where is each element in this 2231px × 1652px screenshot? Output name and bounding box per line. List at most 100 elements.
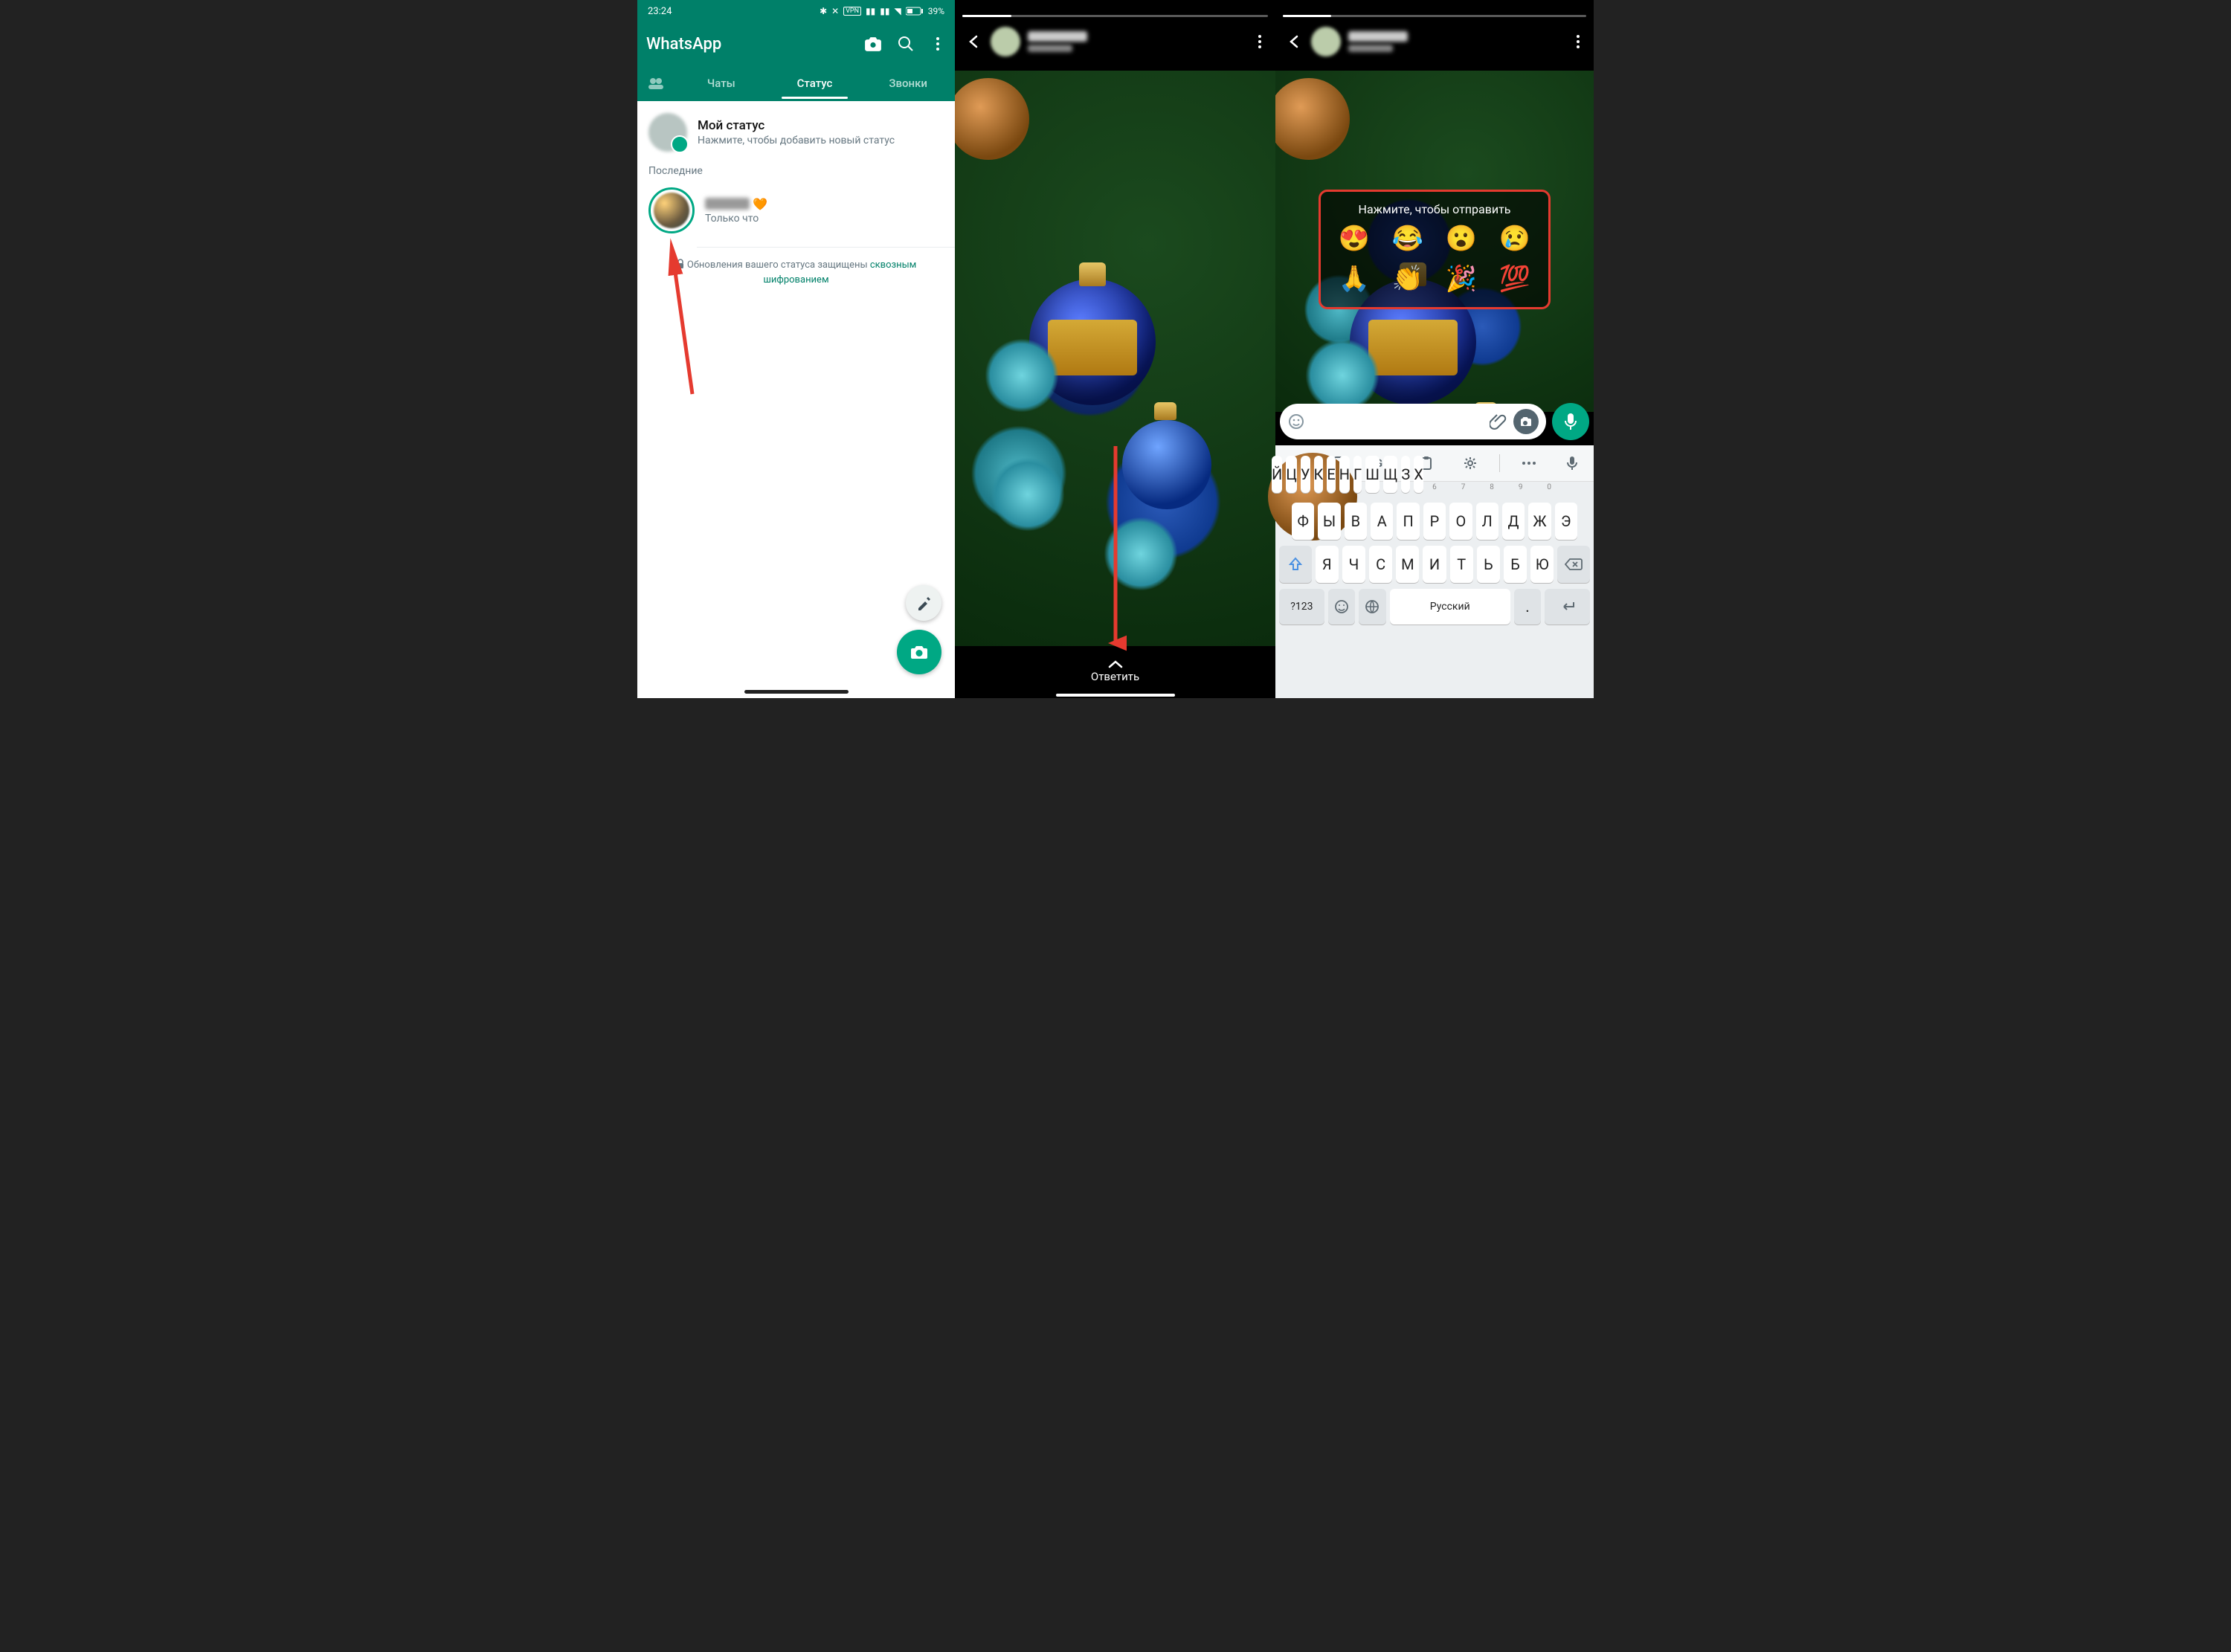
language-key[interactable] (1359, 589, 1385, 625)
key[interactable]: Я (1316, 546, 1339, 583)
contact-header[interactable] (1348, 31, 1408, 52)
contact-header[interactable] (1028, 31, 1087, 52)
arrow-left-icon (1287, 33, 1303, 50)
tab-calls[interactable]: Звонки (861, 77, 955, 90)
camera-icon (910, 642, 929, 662)
key[interactable]: Т (1450, 546, 1473, 583)
camera-icon[interactable] (1513, 409, 1539, 434)
more-icon[interactable] (930, 36, 946, 52)
key[interactable]: П (1397, 503, 1419, 540)
reply-bar[interactable]: Ответить (955, 649, 1275, 694)
attach-icon[interactable] (1490, 413, 1507, 430)
add-status-badge (671, 135, 689, 153)
more-icon[interactable] (1515, 449, 1543, 477)
reaction-emoji[interactable]: 🎉 (1441, 264, 1481, 294)
backspace-key[interactable] (1557, 546, 1590, 583)
communities-icon[interactable] (637, 76, 675, 91)
shift-key[interactable] (1279, 546, 1312, 583)
clock: 23:24 (648, 6, 672, 17)
story-progress (1283, 15, 1586, 17)
period-key[interactable]: . (1514, 589, 1541, 625)
key[interactable]: Ы (1318, 503, 1340, 540)
back-button[interactable] (962, 30, 986, 54)
vpn-badge: VPN (843, 7, 861, 16)
tabs-row: Чаты Статус Звонки (637, 65, 955, 101)
key[interactable]: З (1401, 456, 1410, 493)
key[interactable]: Ч (1342, 546, 1365, 583)
key[interactable]: С (1369, 546, 1392, 583)
message-input-bar (1280, 402, 1589, 441)
tab-chats[interactable]: Чаты (675, 77, 768, 90)
avatar[interactable] (1311, 27, 1341, 57)
search-icon[interactable] (897, 35, 915, 53)
vibrate-icon: ✕ (831, 6, 839, 16)
reaction-emoji[interactable]: 💯 (1495, 264, 1535, 294)
emoji-icon[interactable] (1287, 413, 1305, 430)
battery-percent: 39% (928, 6, 944, 16)
keyboard: GIF 1234567890 Й Ц У К Е Н Г Ш Щ З Х Ф Ы… (1275, 445, 1594, 698)
key[interactable]: Н (1339, 456, 1350, 493)
my-status-row[interactable]: Мой статус Нажмите, чтобы добавить новый… (637, 101, 955, 159)
enter-key[interactable] (1545, 589, 1590, 625)
key[interactable]: Л (1476, 503, 1498, 540)
annotation-arrow (677, 253, 707, 401)
camera-icon[interactable] (864, 35, 882, 53)
key[interactable]: И (1423, 546, 1446, 583)
annotation-arrow (1104, 446, 1127, 654)
settings-icon[interactable] (1456, 449, 1484, 477)
key[interactable]: Е (1327, 456, 1335, 493)
section-header: Последние (637, 159, 955, 180)
edit-status-fab[interactable] (906, 585, 941, 621)
more-icon[interactable] (1570, 33, 1586, 50)
back-button[interactable] (1283, 30, 1307, 54)
key[interactable]: Х (1414, 456, 1423, 493)
bluetooth-icon: ✱ (820, 6, 827, 16)
avatar[interactable] (991, 27, 1020, 57)
key[interactable]: У (1301, 456, 1310, 493)
key[interactable]: Ц (1286, 456, 1297, 493)
reaction-emoji[interactable]: 😂 (1388, 224, 1428, 254)
key[interactable]: Э (1555, 503, 1577, 540)
key[interactable]: Й (1272, 456, 1282, 493)
key[interactable]: Ю (1530, 546, 1554, 583)
key[interactable]: В (1345, 503, 1367, 540)
reaction-emoji[interactable]: 👏 (1388, 264, 1428, 294)
key[interactable]: М (1396, 546, 1419, 583)
reaction-emoji[interactable]: 😢 (1495, 224, 1535, 254)
emoji-key[interactable] (1328, 589, 1355, 625)
key[interactable]: Ш (1365, 456, 1380, 493)
key[interactable]: Щ (1383, 456, 1397, 493)
app-title: WhatsApp (646, 35, 721, 54)
more-icon[interactable] (1252, 33, 1268, 50)
spacebar[interactable]: Русский (1390, 589, 1510, 625)
status-item[interactable]: 🧡 Только что (637, 180, 955, 241)
symbols-key[interactable]: ?123 (1279, 589, 1324, 625)
reaction-title: Нажмите, чтобы отправить (1334, 202, 1535, 216)
mic-icon[interactable] (1558, 449, 1586, 477)
emoji: 🧡 (753, 197, 767, 211)
my-status-subtitle: Нажмите, чтобы добавить новый статус (698, 135, 895, 146)
key[interactable]: К (1314, 456, 1324, 493)
signal-icon: ▮▮ (880, 6, 889, 16)
reaction-emoji[interactable]: 🙏 (1334, 264, 1374, 294)
reaction-emoji[interactable]: 😍 (1334, 224, 1374, 254)
tab-status[interactable]: Статус (768, 77, 862, 90)
home-indicator (1056, 694, 1175, 697)
key[interactable]: Г (1353, 456, 1362, 493)
wifi-icon: ◥ (894, 6, 901, 16)
camera-fab[interactable] (897, 630, 941, 674)
key[interactable]: Р (1423, 503, 1446, 540)
status-icons: ✱ ✕ VPN ▮▮ ▮▮ ◥ 39% (820, 6, 944, 16)
voice-record-button[interactable] (1552, 403, 1589, 440)
key[interactable]: Ф (1292, 503, 1314, 540)
key[interactable]: Б (1504, 546, 1527, 583)
message-input[interactable] (1280, 404, 1546, 439)
key[interactable]: А (1371, 503, 1393, 540)
key[interactable]: Ь (1477, 546, 1500, 583)
nav-bar-pill (744, 690, 849, 694)
reaction-emoji[interactable]: 😮 (1441, 224, 1481, 254)
key[interactable]: Ж (1528, 503, 1551, 540)
key[interactable]: Д (1502, 503, 1525, 540)
signal-icon: ▮▮ (866, 6, 875, 16)
key[interactable]: О (1449, 503, 1472, 540)
